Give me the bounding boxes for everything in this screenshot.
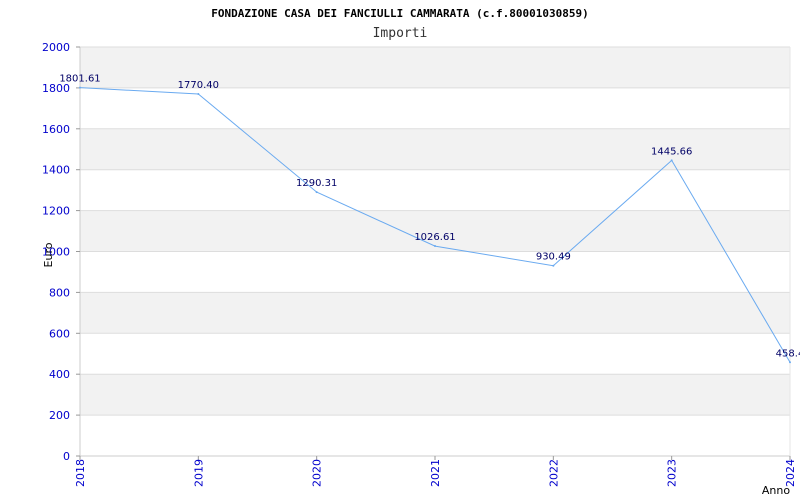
data-point (670, 159, 673, 162)
x-tick-label: 2023 (666, 459, 679, 487)
x-tick-label: 2022 (547, 459, 560, 487)
plot-band (80, 87, 790, 129)
y-tick-label: 1600 (42, 123, 70, 136)
x-axis-label: Anno (762, 484, 790, 497)
plot-band (80, 251, 790, 293)
y-tick-label: 0 (63, 450, 70, 463)
data-point (552, 264, 555, 267)
plot-band (80, 292, 790, 334)
y-tick-label: 1200 (42, 205, 70, 218)
plot-band (80, 333, 790, 375)
plot-band (80, 374, 790, 416)
chart-subtitle: Importi (373, 26, 428, 41)
data-point (79, 86, 81, 89)
y-axis-label: Euro (42, 242, 55, 267)
data-label: 930.49 (536, 252, 571, 263)
y-tick-label: 200 (49, 409, 70, 422)
x-tick-label: 2021 (429, 459, 442, 487)
data-label: 458.4 (776, 348, 800, 359)
chart-title: FONDAZIONE CASA DEI FANCIULLI CAMMARATA … (211, 7, 589, 20)
x-tick-label: 2024 (784, 459, 797, 487)
y-tick-label: 800 (49, 286, 70, 299)
x-tick-label: 2018 (74, 459, 87, 487)
data-label: 1026.61 (414, 232, 455, 243)
data-label: 1770.40 (178, 80, 219, 91)
data-point (315, 191, 318, 194)
data-point (789, 361, 791, 364)
data-point (434, 245, 436, 248)
data-label: 1445.66 (651, 146, 692, 157)
data-label: 1290.31 (296, 178, 337, 189)
line-chart: FONDAZIONE CASA DEI FANCIULLI CAMMARATA … (42, 7, 800, 497)
y-tick-label: 1400 (42, 164, 70, 177)
x-tick-label: 2020 (311, 459, 324, 487)
plot-band (80, 169, 790, 211)
y-tick-label: 600 (49, 327, 70, 340)
y-tick-label: 2000 (42, 41, 70, 54)
data-point (197, 92, 200, 95)
plot-band (80, 415, 790, 456)
y-tick-label: 400 (49, 368, 70, 381)
x-axis-ticks: 2018 2019 2020 2021 2022 2023 2024 (74, 456, 797, 487)
x-tick-label: 2019 (192, 459, 205, 487)
data-label: 1801.61 (59, 74, 100, 85)
